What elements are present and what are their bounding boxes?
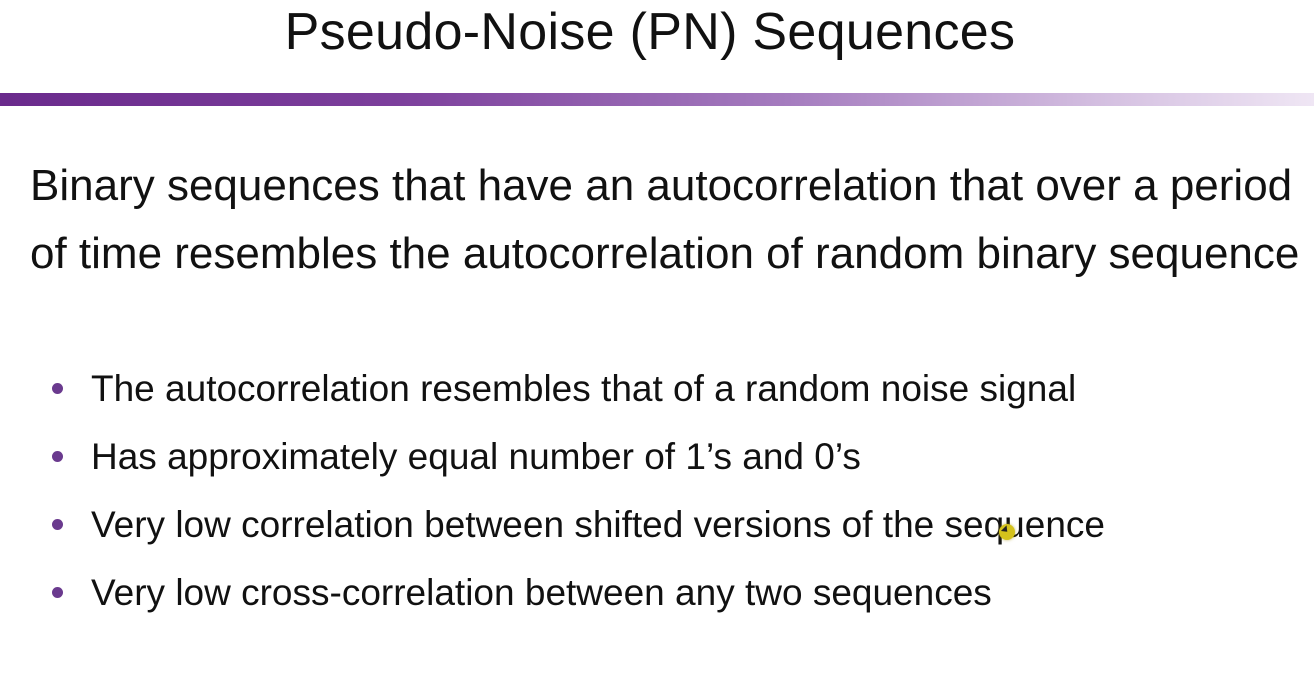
bullet-icon: [52, 587, 63, 598]
list-item: Very low cross-correlation between any t…: [0, 564, 1271, 622]
bullet-icon: [52, 519, 63, 530]
pointer-cursor-icon: [999, 524, 1015, 540]
bullet-text: The autocorrelation resembles that of a …: [91, 368, 1077, 409]
bullet-list: The autocorrelation resembles that of a …: [0, 360, 1314, 632]
bullet-text: Very low cross-correlation between any t…: [91, 572, 992, 613]
intro-paragraph: Binary sequences that have an autocorrel…: [30, 161, 1300, 278]
slide-title: Pseudo-Noise (PN) Sequences: [284, 3, 1016, 61]
bullet-icon: [52, 451, 63, 462]
bullet-text: Very low correlation between shifted ver…: [91, 504, 1105, 545]
list-item: Very low correlation between shifted ver…: [0, 496, 1271, 554]
slide: Pseudo-Noise (PN) Sequences Binary seque…: [0, 0, 1314, 690]
bullet-text: Has approximately equal number of 1’s an…: [91, 436, 861, 477]
list-item: The autocorrelation resembles that of a …: [0, 360, 1271, 418]
list-item: Has approximately equal number of 1’s an…: [0, 428, 1271, 486]
bullet-icon: [52, 383, 63, 394]
title-divider: [0, 93, 1314, 106]
